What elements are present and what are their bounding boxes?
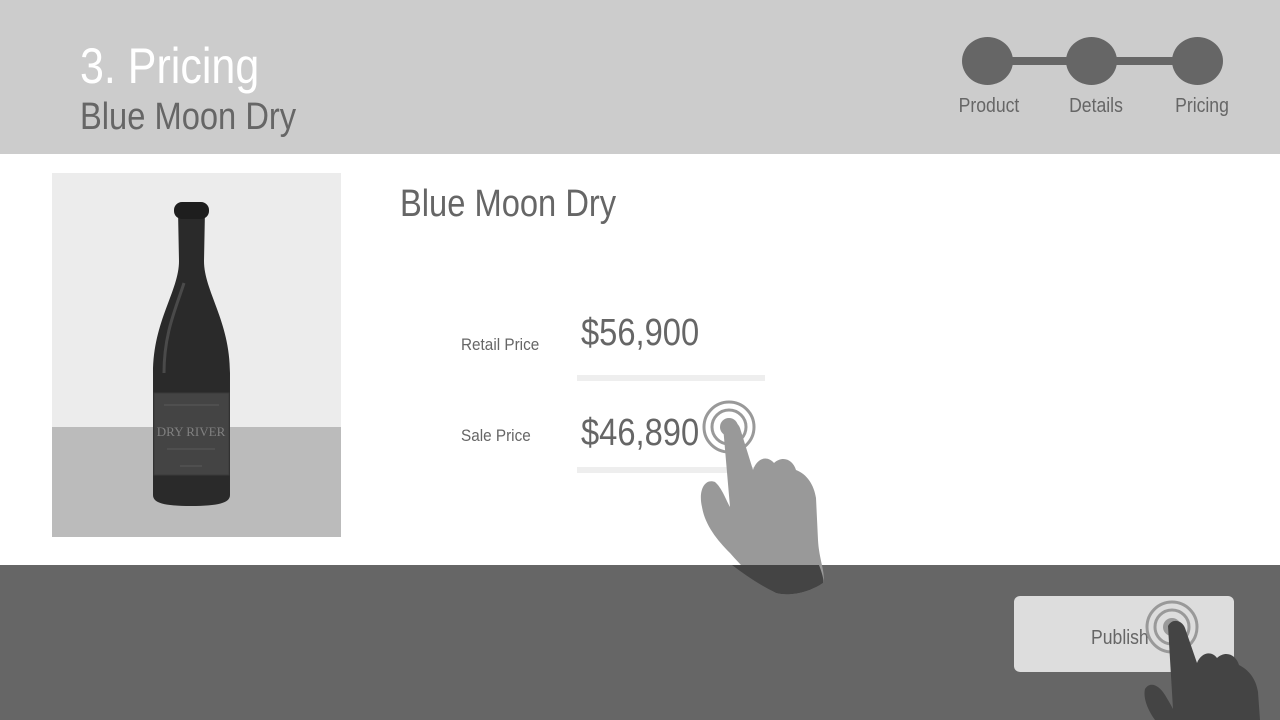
step-label-product[interactable]: Product <box>945 94 1033 118</box>
sale-price-label: Sale Price <box>461 426 531 445</box>
page-subtitle: Blue Moon Dry <box>80 96 297 138</box>
step-dot-details[interactable] <box>1066 37 1117 85</box>
progress-stepper: Product Details Pricing <box>940 30 1260 130</box>
pricing-screen: 3. Pricing Blue Moon Dry Product Details… <box>0 0 1280 720</box>
bottle-label-text: DRY RIVER <box>157 424 226 439</box>
step-dot-pricing[interactable] <box>1172 37 1223 85</box>
step-label-details[interactable]: Details <box>1052 94 1140 118</box>
sale-price-underline <box>577 467 765 473</box>
header: 3. Pricing Blue Moon Dry Product Details… <box>0 0 1280 154</box>
retail-price-label: Retail Price <box>461 335 540 354</box>
step-label-pricing[interactable]: Pricing <box>1158 94 1246 118</box>
publish-button-label[interactable]: Publish <box>1091 626 1149 650</box>
product-image: DRY RIVER <box>52 173 341 537</box>
product-name: Blue Moon Dry <box>400 183 617 225</box>
retail-price-input[interactable]: $56,900 <box>581 311 699 355</box>
sale-price-input[interactable]: $46,890 <box>581 411 699 455</box>
wine-bottle-icon: DRY RIVER <box>153 202 230 506</box>
retail-price-underline <box>577 375 765 381</box>
page-title: 3. Pricing <box>80 38 260 94</box>
step-dot-product[interactable] <box>962 37 1013 85</box>
